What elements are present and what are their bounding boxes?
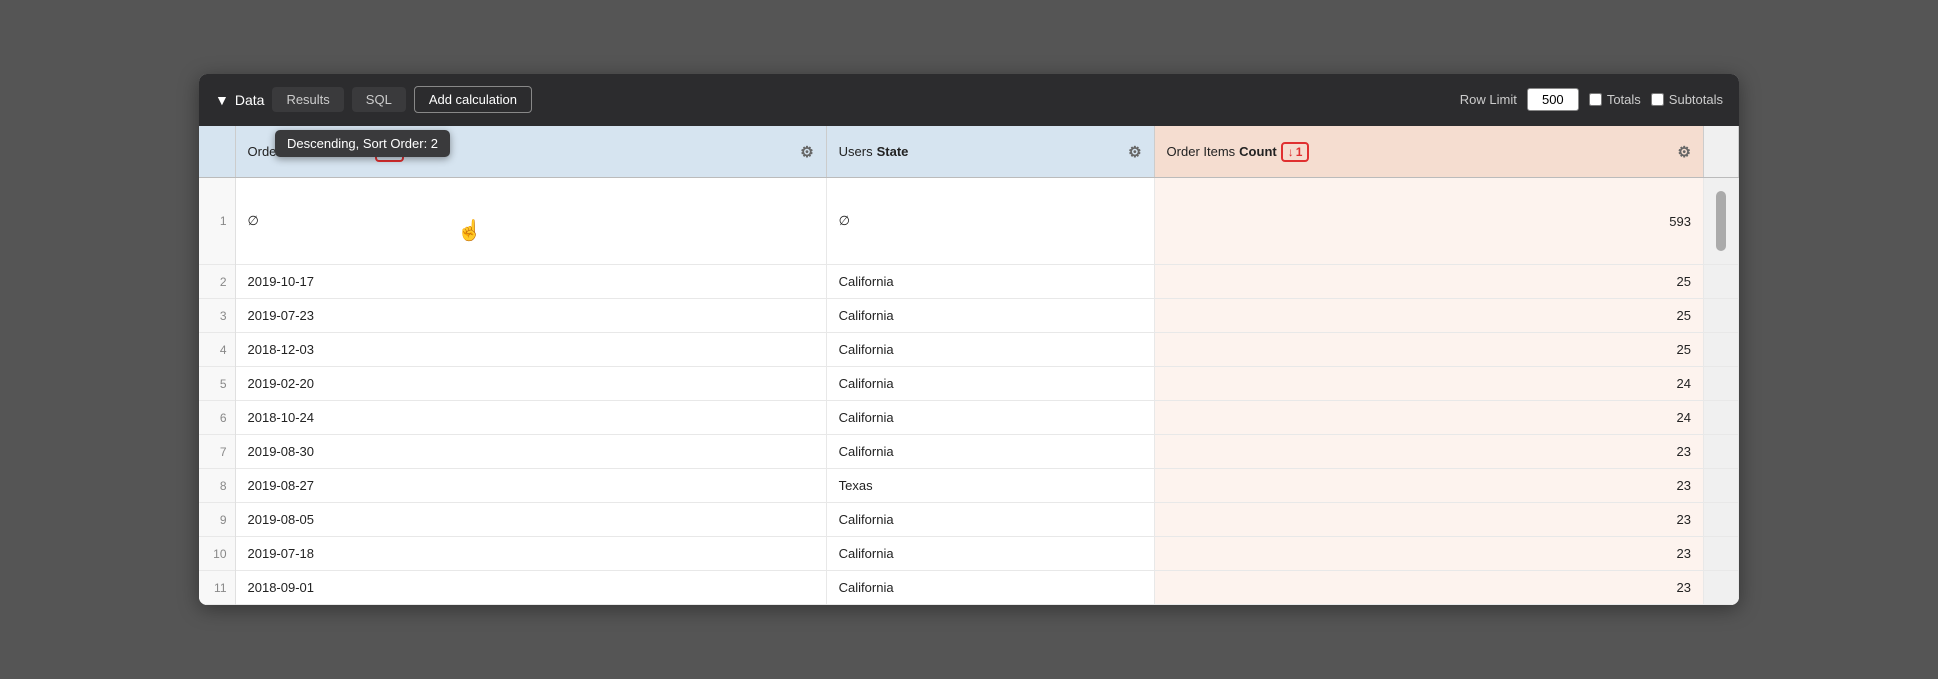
cell-created-date: 2018-10-24 <box>235 401 826 435</box>
cell-order-items-count: 23 <box>1154 469 1703 503</box>
scrollbar-cell <box>1704 265 1739 299</box>
row-number: 1 <box>199 178 235 265</box>
row-number: 8 <box>199 469 235 503</box>
cell-order-items-count: 25 <box>1154 333 1703 367</box>
cell-users-state: California <box>826 537 1154 571</box>
cell-created-date: 2018-09-01 <box>235 571 826 605</box>
row-number: 7 <box>199 435 235 469</box>
triangle-icon: ▼ <box>215 92 229 108</box>
cell-created-date: 2019-07-18 <box>235 537 826 571</box>
cell-users-state: California <box>826 435 1154 469</box>
cell-created-date: 2019-02-20 <box>235 367 826 401</box>
row-number: 10 <box>199 537 235 571</box>
main-window: ▼ Data Descending, Sort Order: 2 Results… <box>199 74 1739 606</box>
scrollbar-cell <box>1704 401 1739 435</box>
table-body: 1 ∅ ∅ 593 2 2019-10-17 California 25 3 2… <box>199 178 1739 605</box>
scrollbar-cell <box>1704 503 1739 537</box>
cell-users-state: California <box>826 367 1154 401</box>
data-label: Data <box>235 92 265 108</box>
row-number: 6 <box>199 401 235 435</box>
row-number: 11 <box>199 571 235 605</box>
cell-users-state: California <box>826 299 1154 333</box>
scrollbar-cell <box>1704 469 1739 503</box>
row-number: 5 <box>199 367 235 401</box>
col-header-order-items-count: Order Items Count ↓ 1 ⚙ <box>1154 126 1703 178</box>
scrollbar-cell <box>1704 299 1739 333</box>
cell-users-state: Texas <box>826 469 1154 503</box>
table-row: 10 2019-07-18 California 23 <box>199 537 1739 571</box>
cell-order-items-count: 23 <box>1154 571 1703 605</box>
data-table: Orders Created Date ↓ 2 ⚙ <box>199 126 1739 606</box>
scrollbar-cell <box>1704 367 1739 401</box>
cell-users-state: California <box>826 571 1154 605</box>
table-container: Orders Created Date ↓ 2 ⚙ <box>199 126 1739 606</box>
table-row: 9 2019-08-05 California 23 <box>199 503 1739 537</box>
totals-checkbox[interactable] <box>1589 93 1602 106</box>
row-limit-label: Row Limit <box>1460 92 1517 107</box>
cell-order-items-count: 23 <box>1154 537 1703 571</box>
col-header-users-state: Users State ⚙ <box>826 126 1154 178</box>
cell-users-state: California <box>826 401 1154 435</box>
row-number: 2 <box>199 265 235 299</box>
tab-sql[interactable]: SQL <box>352 87 406 112</box>
gear-icon-users-state[interactable]: ⚙ <box>1128 143 1141 161</box>
row-number: 9 <box>199 503 235 537</box>
row-number: 4 <box>199 333 235 367</box>
scrollbar-cell <box>1704 178 1739 265</box>
table-row: 3 2019-07-23 California 25 <box>199 299 1739 333</box>
cell-order-items-count: 593 <box>1154 178 1703 265</box>
cell-created-date: 2019-10-17 <box>235 265 826 299</box>
subtotals-checkbox-label[interactable]: Subtotals <box>1651 92 1723 107</box>
scrollbar-cell <box>1704 537 1739 571</box>
cell-created-date: 2019-08-30 <box>235 435 826 469</box>
table-row: 4 2018-12-03 California 25 <box>199 333 1739 367</box>
cell-created-date: 2019-07-23 <box>235 299 826 333</box>
cell-created-date: 2018-12-03 <box>235 333 826 367</box>
totals-checkbox-label[interactable]: Totals <box>1589 92 1641 107</box>
cell-order-items-count: 25 <box>1154 299 1703 333</box>
row-num-header <box>199 126 235 178</box>
cell-users-state: ∅ <box>826 178 1154 265</box>
row-number: 3 <box>199 299 235 333</box>
cell-order-items-count: 24 <box>1154 401 1703 435</box>
sort-badge-count[interactable]: ↓ 1 <box>1281 142 1310 162</box>
table-row: 8 2019-08-27 Texas 23 <box>199 469 1739 503</box>
scrollbar-header <box>1704 126 1739 178</box>
table-row: 1 ∅ ∅ 593 <box>199 178 1739 265</box>
cell-users-state: California <box>826 503 1154 537</box>
cell-users-state: California <box>826 333 1154 367</box>
table-row: 11 2018-09-01 California 23 <box>199 571 1739 605</box>
scrollbar-cell <box>1704 435 1739 469</box>
cell-created-date: ∅ <box>235 178 826 265</box>
subtotals-checkbox[interactable] <box>1651 93 1664 106</box>
table-row: 6 2018-10-24 California 24 <box>199 401 1739 435</box>
gear-icon-created-date[interactable]: ⚙ <box>800 143 813 161</box>
toolbar-right: Row Limit Totals Subtotals <box>1460 88 1723 111</box>
table-row: 7 2019-08-30 California 23 <box>199 435 1739 469</box>
cell-created-date: 2019-08-05 <box>235 503 826 537</box>
sort-tooltip: Descending, Sort Order: 2 <box>275 130 450 157</box>
gear-icon-order-items-count[interactable]: ⚙ <box>1678 143 1691 161</box>
cell-order-items-count: 23 <box>1154 435 1703 469</box>
cell-order-items-count: 23 <box>1154 503 1703 537</box>
scrollbar-cell <box>1704 333 1739 367</box>
toolbar: ▼ Data Descending, Sort Order: 2 Results… <box>199 74 1739 126</box>
tab-results[interactable]: Results <box>272 87 343 112</box>
cell-order-items-count: 25 <box>1154 265 1703 299</box>
table-row: 2 2019-10-17 California 25 <box>199 265 1739 299</box>
scrollbar-cell <box>1704 571 1739 605</box>
add-calculation-button[interactable]: Add calculation <box>414 86 532 113</box>
data-toggle[interactable]: ▼ Data Descending, Sort Order: 2 <box>215 92 264 108</box>
row-limit-input[interactable] <box>1527 88 1579 111</box>
toolbar-left: ▼ Data Descending, Sort Order: 2 Results… <box>215 86 1452 113</box>
cell-order-items-count: 24 <box>1154 367 1703 401</box>
cell-users-state: California <box>826 265 1154 299</box>
cell-created-date: 2019-08-27 <box>235 469 826 503</box>
table-row: 5 2019-02-20 California 24 <box>199 367 1739 401</box>
